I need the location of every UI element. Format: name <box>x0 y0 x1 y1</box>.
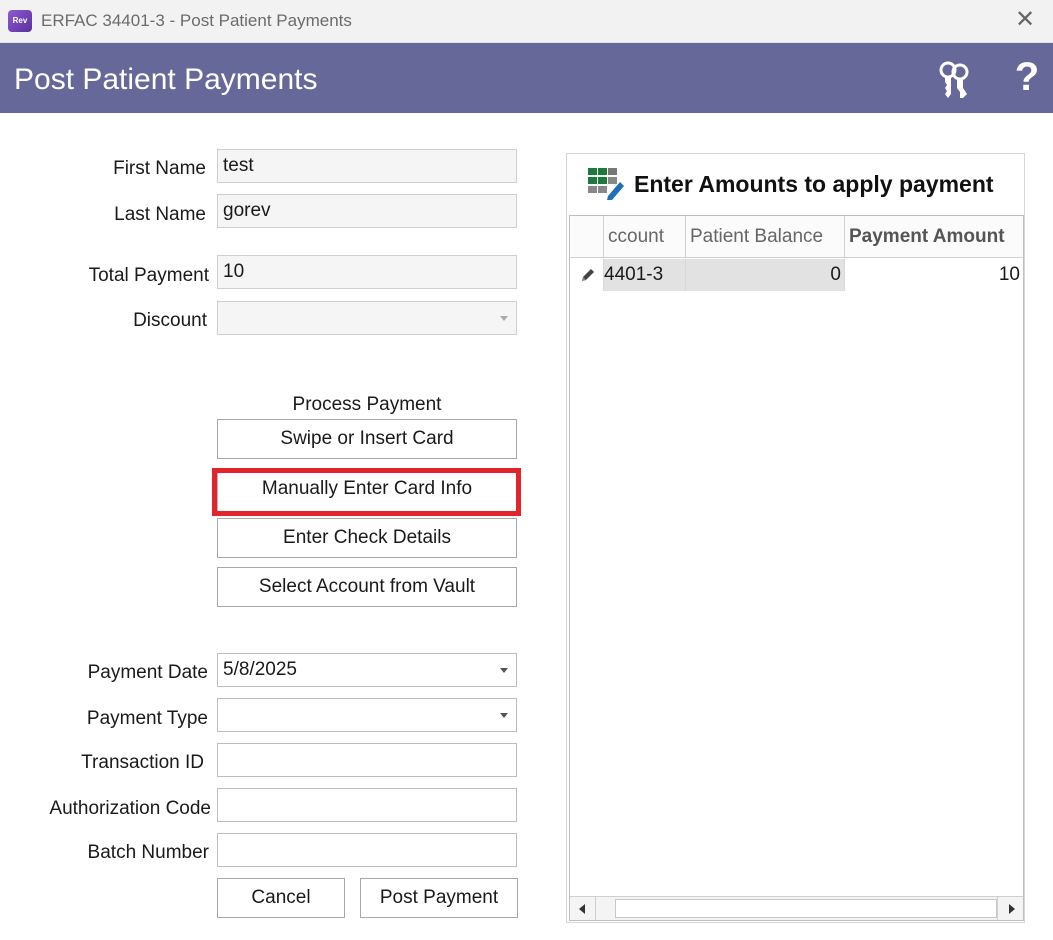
grid-header: ccount Patient Balance Payment Amount <box>570 216 1023 258</box>
account-cell: 4401-3 <box>604 259 686 291</box>
scroll-thumb[interactable] <box>615 899 997 918</box>
column-header-payment-amount[interactable]: Payment Amount <box>845 216 1023 258</box>
transaction-id-label: Transaction ID <box>81 752 204 773</box>
first-name-label: First Name <box>113 158 206 179</box>
payment-date-label: Payment Date <box>87 662 208 683</box>
last-name-label: Last Name <box>114 204 206 225</box>
scroll-right-button[interactable] <box>997 897 1023 920</box>
page-header: Post Patient Payments <box>0 43 1053 113</box>
enter-check-button[interactable]: Enter Check Details <box>217 518 517 558</box>
page-title: Post Patient Payments <box>14 63 318 96</box>
row-selector[interactable] <box>570 259 604 291</box>
payment-type-label: Payment Type <box>86 708 208 729</box>
batch-number-input[interactable] <box>217 833 517 867</box>
scroll-left-button[interactable] <box>570 897 596 920</box>
discount-select[interactable] <box>217 301 517 335</box>
payment-date-select[interactable]: 5/8/2025 <box>217 653 517 687</box>
arrow-left-icon <box>579 904 585 914</box>
select-vault-button[interactable]: Select Account from Vault <box>217 567 517 607</box>
app-icon: Rev <box>8 10 32 32</box>
column-header-patient-balance[interactable]: Patient Balance <box>686 216 845 258</box>
payment-grid-panel: Enter Amounts to apply payment ccount Pa… <box>566 153 1025 923</box>
pencil-icon <box>582 269 594 281</box>
payment-type-select[interactable] <box>217 698 517 732</box>
arrow-right-icon <box>1009 904 1015 914</box>
first-name-field[interactable]: test <box>217 149 517 183</box>
last-name-field[interactable]: gorev <box>217 194 517 228</box>
batch-number-label: Batch Number <box>87 842 209 863</box>
row-selector-header <box>570 216 604 257</box>
window-titlebar: Rev ERFAC 34401-3 - Post Patient Payment… <box>0 0 1053 43</box>
payment-grid: ccount Patient Balance Payment Amount 44… <box>569 215 1024 921</box>
total-payment-field[interactable]: 10 <box>217 255 517 289</box>
transaction-id-input[interactable] <box>217 743 517 777</box>
payment-amount-cell[interactable]: 10 <box>845 259 1023 291</box>
close-icon[interactable]: ✕ <box>1011 6 1039 34</box>
manual-card-button[interactable]: Manually Enter Card Info <box>217 469 517 513</box>
authorization-code-input[interactable] <box>217 788 517 822</box>
app-icon-text: Rev <box>12 16 28 25</box>
process-payment-label: Process Payment <box>292 394 442 415</box>
post-payment-button[interactable]: Post Payment <box>360 878 518 918</box>
column-header-account[interactable]: ccount <box>604 216 686 258</box>
swipe-card-button[interactable]: Swipe or Insert Card <box>217 419 517 459</box>
discount-label: Discount <box>133 310 207 331</box>
authorization-code-label: Authorization Code <box>49 798 211 819</box>
cancel-button[interactable]: Cancel <box>217 878 345 918</box>
table-row[interactable]: 4401-3 0 10 <box>570 259 1023 291</box>
grid-title: Enter Amounts to apply payment <box>634 171 994 197</box>
help-icon[interactable]: ? <box>1010 54 1044 100</box>
grid-edit-icon <box>588 168 624 200</box>
window-title: ERFAC 34401-3 - Post Patient Payments <box>41 11 352 30</box>
total-payment-label: Total Payment <box>88 265 209 286</box>
keys-icon[interactable] <box>934 58 974 100</box>
patient-balance-cell: 0 <box>686 259 845 291</box>
horizontal-scrollbar[interactable] <box>570 896 1023 920</box>
